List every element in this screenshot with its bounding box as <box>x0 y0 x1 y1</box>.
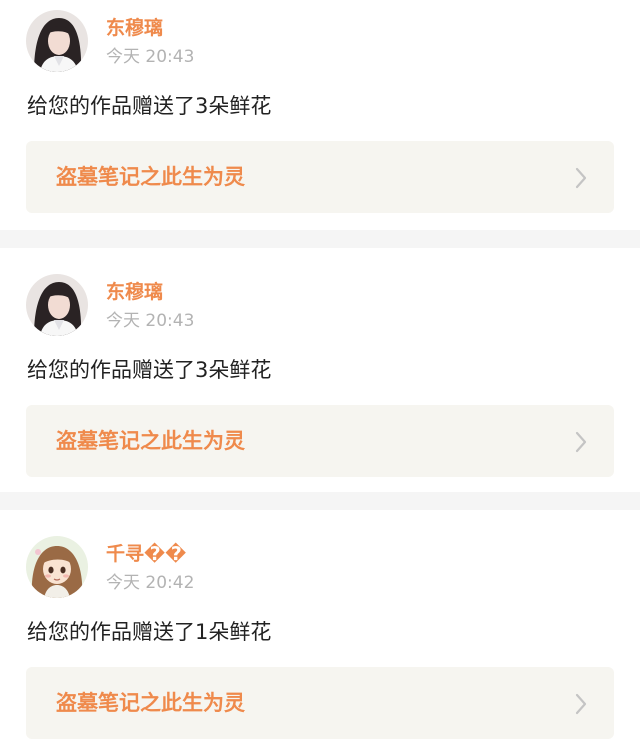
work-link-button[interactable]: 盗墓笔记之此生为灵 <box>26 667 614 739</box>
chevron-right-icon <box>575 431 587 453</box>
notification-feed: 东穆璃 今天 20:43 给您的作品赠送了3朵鲜花 盗墓笔记之此生为灵 东穆璃 … <box>0 0 640 752</box>
notification-card: 东穆璃 今天 20:43 给您的作品赠送了3朵鲜花 盗墓笔记之此生为灵 <box>0 0 640 230</box>
notification-card: 千寻�� 今天 20:42 给您的作品赠送了1朵鲜花 盗墓笔记之此生为灵 <box>0 510 640 752</box>
user-avatar[interactable] <box>26 274 88 336</box>
chevron-right-icon <box>575 167 587 189</box>
chevron-right-icon <box>575 693 587 715</box>
username[interactable]: 东穆璃 <box>106 16 163 40</box>
timestamp: 今天 20:42 <box>106 573 195 593</box>
gift-message: 给您的作品赠送了3朵鲜花 <box>27 94 272 118</box>
card-divider <box>0 492 640 510</box>
avatar-girl-dark-hair-icon <box>26 10 88 72</box>
work-link-button[interactable]: 盗墓笔记之此生为灵 <box>26 141 614 213</box>
notification-card: 东穆璃 今天 20:43 给您的作品赠送了3朵鲜花 盗墓笔记之此生为灵 <box>0 248 640 492</box>
work-link-button[interactable]: 盗墓笔记之此生为灵 <box>26 405 614 477</box>
user-avatar[interactable] <box>26 536 88 598</box>
avatar-anime-girl-icon <box>26 536 88 598</box>
user-avatar[interactable] <box>26 10 88 72</box>
timestamp: 今天 20:43 <box>106 311 195 331</box>
work-title: 盗墓笔记之此生为灵 <box>56 691 245 715</box>
username[interactable]: 东穆璃 <box>106 280 163 304</box>
work-title: 盗墓笔记之此生为灵 <box>56 165 245 189</box>
avatar-girl-dark-hair-icon <box>26 274 88 336</box>
work-title: 盗墓笔记之此生为灵 <box>56 429 245 453</box>
gift-message: 给您的作品赠送了1朵鲜花 <box>27 620 272 644</box>
timestamp: 今天 20:43 <box>106 47 195 67</box>
username[interactable]: 千寻�� <box>106 542 186 566</box>
gift-message: 给您的作品赠送了3朵鲜花 <box>27 358 272 382</box>
card-divider <box>0 230 640 248</box>
